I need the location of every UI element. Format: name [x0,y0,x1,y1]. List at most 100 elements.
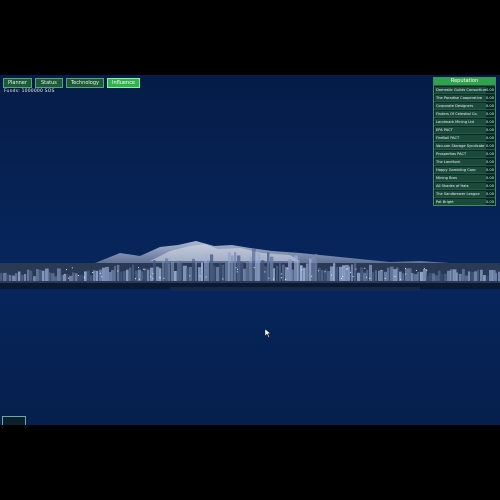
reputation-row[interactable]: The Landfunk 0.00 [434,157,495,165]
faction-name: Prosperitas PACT [435,150,486,157]
building [0,272,3,281]
top-tab-bar: Planner Status Technology Influence [3,78,141,88]
building [123,271,126,281]
reputation-row[interactable]: Prosperitas PACT 0.00 [434,149,495,157]
building [129,267,132,281]
building-light [159,277,161,279]
building [9,274,12,281]
building-light [342,275,344,277]
building-light [117,270,119,272]
building [198,267,201,281]
reputation-row[interactable]: FireBall PACT 0.00 [434,133,495,141]
reputation-row[interactable]: The Sandbrewer League 0.00 [434,189,495,197]
building-light [199,275,201,277]
building [315,253,318,281]
building [189,266,193,281]
reputation-row[interactable]: Landmark Mining Ltd 0.00 [434,117,495,125]
building-light [150,276,152,278]
building [210,254,214,281]
building-light [369,277,371,279]
reputation-row[interactable]: Corporate Designers 0.00 [434,101,495,109]
game-viewport[interactable]: Planner Status Technology Influence Fund… [0,75,500,425]
building-light [144,268,146,270]
building [15,273,18,281]
building [354,262,357,281]
building-light [163,277,165,279]
building [24,274,27,281]
reputation-panel-title[interactable]: Reputation [434,78,495,85]
building-light [84,276,86,278]
building [321,269,324,281]
reputation-row[interactable]: Vacuum Storage Syndicate 0.00 [434,141,495,149]
faction-reputation-value: 0.00 [486,143,495,148]
building-light [273,278,275,280]
building [51,273,55,281]
city-skyline-scene [0,75,500,425]
building [282,264,285,281]
building [405,268,409,281]
building [270,256,274,281]
tab-planner[interactable]: Planner [3,78,32,88]
building-light [287,268,289,270]
building [219,262,222,281]
tab-status[interactable]: Status [34,78,63,88]
building [378,270,382,281]
faction-reputation-value: 0.00 [486,183,495,188]
building [147,269,150,281]
building [141,271,144,281]
tab-technology[interactable]: Technology [65,78,104,88]
building [168,263,171,281]
building [381,270,384,281]
reputation-row[interactable]: Domestic Guilds Consortium 0.00 [434,85,495,93]
building-light [66,269,68,271]
reputation-row[interactable]: EPA PACT 0.00 [434,125,495,133]
faction-reputation-value: 0.00 [486,159,495,164]
reputation-row[interactable]: All Shades of Hats 0.00 [434,181,495,189]
building [195,262,198,281]
building [441,274,444,281]
menu-button[interactable] [2,416,26,425]
building-light [285,278,287,280]
tab-influence[interactable]: Influence [106,78,141,88]
building [84,271,87,281]
reputation-row[interactable]: Happy Gambling Corp 0.00 [434,165,495,173]
building [375,270,378,281]
building [468,271,471,281]
building [132,264,135,281]
building-light [423,268,425,270]
faction-name: The Landfunk [435,158,486,165]
building [36,269,39,281]
building-light [152,273,154,275]
building-light [350,271,352,273]
building [267,252,270,281]
funds-readout: Funds: 1000000 SOS [4,89,55,94]
building [48,272,51,281]
building-light [394,275,396,277]
faction-reputation-value: 0.00 [486,103,495,108]
faction-name: All Shades of Hats [435,182,486,189]
building [87,270,90,281]
faction-name: EPA PACT [435,126,486,133]
building [180,261,183,281]
reputation-row[interactable]: Finders Of Celestial Co. 0.00 [434,109,495,117]
building [21,274,24,281]
faction-reputation-value: 0.00 [486,199,495,204]
reputation-row[interactable]: The Paradise Cooperative 0.00 [434,93,495,101]
building [495,272,498,281]
building [480,269,483,281]
building-light [366,276,368,278]
building [387,267,390,281]
building [6,274,10,281]
building [417,271,420,281]
building [300,265,303,281]
building-light [364,267,366,269]
reputation-row[interactable]: Mining Bros 0.00 [434,173,495,181]
reputation-row[interactable]: Pat Bright 0.00 [434,197,495,205]
building [276,265,279,281]
building [102,267,105,281]
building [429,273,433,281]
building [237,255,241,281]
building-light [134,278,136,280]
building [258,253,261,281]
building [54,276,58,281]
